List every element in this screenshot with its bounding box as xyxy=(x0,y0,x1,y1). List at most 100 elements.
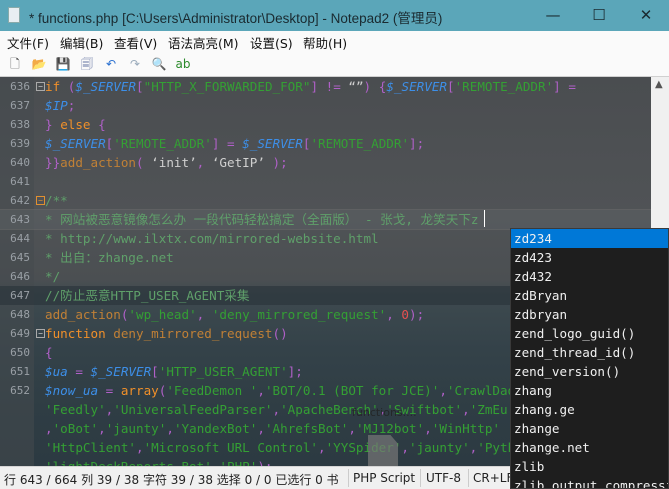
line-number: 652 xyxy=(10,384,30,397)
fold-toggle-icon[interactable]: − xyxy=(36,82,45,91)
code-token: 'REMOTE_ADDR' xyxy=(310,136,410,151)
fold-toggle-icon[interactable]: − xyxy=(36,196,45,205)
code-token: 'deny_mirrored_request' xyxy=(211,307,387,322)
code-token: $_SERVER xyxy=(90,364,152,379)
menu-file[interactable]: 文件(F) xyxy=(7,33,49,52)
save-icon[interactable]: 💾 xyxy=(55,56,71,72)
code-token: * http://www.ilxtx.com/mirrored-website.… xyxy=(45,231,379,246)
open-folder-icon[interactable]: 📂 xyxy=(31,56,47,72)
code-token: ); xyxy=(257,459,272,466)
code-token: ); xyxy=(264,155,288,170)
autocomplete-item[interactable]: zhang.ge xyxy=(511,400,668,419)
line-number: 650 xyxy=(10,346,30,359)
code-text: 'HttpClient','Microsoft URL Control','YY… xyxy=(45,438,538,457)
code-token: $IP xyxy=(45,98,68,113)
autocomplete-item[interactable]: zlib.output_compression xyxy=(511,476,668,488)
autocomplete-item[interactable]: zhange xyxy=(511,419,668,438)
replace-icon[interactable]: ab xyxy=(175,56,191,72)
code-text: $_SERVER['REMOTE_ADDR'] = $_SERVER['REMO… xyxy=(45,134,424,153)
code-text: } else { xyxy=(45,115,106,134)
code-token: ( xyxy=(136,155,152,170)
code-text: }}add_action( ‘init’, ‘GetIP’ ); xyxy=(45,153,288,172)
scroll-up-icon[interactable]: ▲ xyxy=(655,79,663,90)
code-token: () xyxy=(272,326,288,341)
dragged-file-icon xyxy=(368,435,398,466)
status-encoding[interactable]: UTF-8 xyxy=(426,471,461,485)
code-line[interactable]: 637 $IP; xyxy=(0,96,651,115)
autocomplete-item[interactable]: zend_version() xyxy=(511,362,668,381)
autocomplete-item[interactable]: zend_thread_id() xyxy=(511,343,668,362)
code-token: 'oBot' xyxy=(52,421,99,436)
menu-edit[interactable]: 编辑(B) xyxy=(60,33,103,52)
autocomplete-item[interactable]: zdBryan xyxy=(511,286,668,305)
code-line[interactable]: 643 * 网站被恶意镜像怎么办 一段代码轻松搞定（全面版） - 张戈, 龙笑天下… xyxy=(0,209,651,230)
code-line[interactable]: 636− if ($_SERVER["HTTP_X_FORWARDED_FOR"]… xyxy=(0,77,651,96)
new-file-icon[interactable]: 🗋 xyxy=(7,56,23,72)
code-token: }} xyxy=(45,155,61,170)
close-button[interactable]: ✕ xyxy=(623,0,669,31)
menu-syntax[interactable]: 语法高亮(M) xyxy=(168,33,239,52)
code-token: deny_mirrored_request xyxy=(113,326,273,341)
autocomplete-list[interactable]: zd234 zd423 zd432 zdBryan zdbryan zend_logo_g… xyxy=(510,228,669,489)
find-icon[interactable]: 🔍 xyxy=(151,56,167,72)
code-line[interactable]: 639 $_SERVER['REMOTE_ADDR'] = $_SERVER['R… xyxy=(0,134,651,153)
maximize-button[interactable]: ☐ xyxy=(576,0,622,31)
code-text: function deny_mirrored_request() xyxy=(45,324,288,343)
autocomplete-item[interactable]: zd432 xyxy=(511,267,668,286)
autocomplete-item[interactable]: zhang xyxy=(511,381,668,400)
code-token: [ xyxy=(151,364,159,379)
autocomplete-item[interactable]: zd423 xyxy=(511,248,668,267)
code-token: ‘init’ xyxy=(151,155,197,170)
code-token: ) xyxy=(363,79,372,94)
line-number: 636 xyxy=(10,80,30,93)
dragged-file-label: functions.... xyxy=(352,406,417,419)
code-token: 0 xyxy=(401,307,409,322)
autocomplete-item[interactable]: zdbryan xyxy=(511,305,668,324)
code-token: * 网站被恶意镜像怎么办 一段代码轻松搞定（全面版） - 张戈, 龙笑天下z xyxy=(45,212,479,227)
autocomplete-item[interactable]: zend_logo_guid() xyxy=(511,324,668,343)
code-token: , xyxy=(462,402,470,417)
code-token: ); xyxy=(409,307,425,322)
menu-help[interactable]: 帮助(H) xyxy=(303,33,347,52)
code-line[interactable]: 638 } else { xyxy=(0,115,651,134)
line-number: 649 xyxy=(10,327,30,340)
text-caret xyxy=(484,210,485,227)
code-line[interactable]: 642−/** xyxy=(0,191,651,210)
autocomplete-item[interactable]: zhange.net xyxy=(511,438,668,457)
code-token: , xyxy=(196,307,212,322)
code-token: 'HTTP_USER_AGENT' xyxy=(158,364,288,379)
code-line[interactable]: 641 xyxy=(0,172,651,191)
code-line[interactable]: 640}}add_action( ‘init’, ‘GetIP’ ); xyxy=(0,153,651,172)
status-syntax[interactable]: PHP Script xyxy=(353,471,415,485)
minimize-button[interactable]: — xyxy=(530,0,576,31)
autocomplete-item[interactable]: zlib xyxy=(511,457,668,476)
save-all-icon[interactable]: 🗐 xyxy=(79,56,95,72)
code-token: $ua xyxy=(45,364,68,379)
fold-toggle-icon[interactable]: − xyxy=(36,329,45,338)
code-token: , xyxy=(401,440,409,455)
code-token: 'REMOTE_ADDR' xyxy=(113,136,212,151)
notepad-app-icon xyxy=(8,7,20,23)
status-position: 行 643 / 664 列 39 / 38 字符 39 / 38 选择 0 / … xyxy=(4,473,339,487)
line-number: 638 xyxy=(10,118,30,131)
autocomplete-item[interactable]: zd234 xyxy=(511,229,668,248)
code-token: “” xyxy=(348,79,364,94)
code-text: ,'oBot','jaunty','YandexBot','AhrefsBot'… xyxy=(45,419,500,438)
menu-settings[interactable]: 设置(S) xyxy=(250,33,293,52)
menu-view[interactable]: 查看(V) xyxy=(114,33,157,52)
code-text: */ xyxy=(45,267,60,286)
status-eol[interactable]: CR+LF xyxy=(473,471,513,485)
code-token: $_SERVER xyxy=(242,136,303,151)
code-token: add_action xyxy=(60,155,136,170)
redo-icon[interactable]: ↷ xyxy=(127,56,143,72)
toolbar: 🗋 📂 💾 🗐 ↶ ↷ 🔍 ab xyxy=(0,51,669,77)
code-token: else xyxy=(60,117,91,132)
undo-icon[interactable]: ↶ xyxy=(103,56,119,72)
code-token: ; xyxy=(295,364,303,379)
code-token: /** xyxy=(45,193,68,208)
code-text: * http://www.ilxtx.com/mirrored-website.… xyxy=(45,229,379,248)
code-token: 'PHP' xyxy=(219,459,257,466)
code-token: , xyxy=(257,421,265,436)
code-text: $now_ua = array('FeedDemon ','BOT/0.1 (B… xyxy=(45,381,538,400)
